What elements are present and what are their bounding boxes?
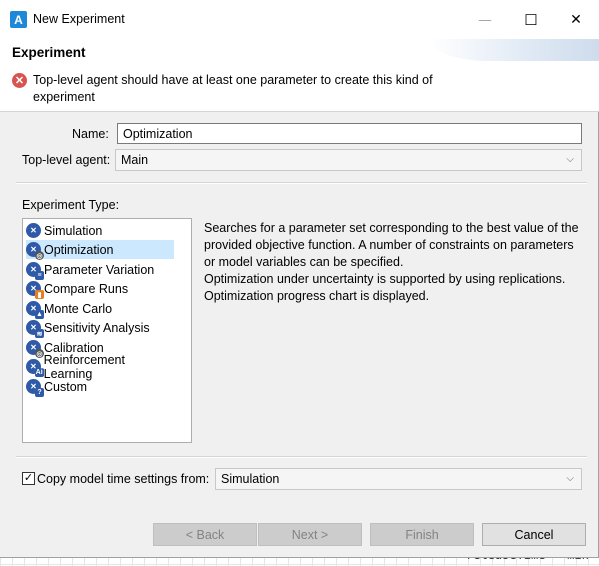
custom-icon: ✕?: [26, 379, 44, 397]
cancel-button[interactable]: Cancel: [482, 523, 586, 546]
separator: [16, 456, 587, 458]
maximize-icon: ☐: [524, 11, 538, 29]
list-item-label: Compare Runs: [44, 281, 129, 296]
close-icon: ✕: [570, 11, 582, 27]
finish-button[interactable]: Finish: [370, 523, 474, 546]
header-decoration: [429, 39, 599, 61]
experiment-type-list[interactable]: ✕ Simulation ✕ ◎ Optimization ✕ ≡ Paramete…: [22, 218, 192, 443]
top-level-agent-value: Main: [121, 153, 149, 167]
monte-carlo-icon: ✕ ▲: [26, 301, 44, 319]
list-item-monte-carlo[interactable]: ✕ ▲ Monte Carlo: [26, 299, 174, 319]
minimize-icon: —: [478, 12, 492, 27]
window-title: New Experiment: [33, 12, 125, 26]
back-button[interactable]: < Back: [153, 523, 257, 546]
close-button[interactable]: ✕: [553, 0, 599, 39]
list-item-reinforcement-learning[interactable]: ✕ Ai Reinforcement Learning: [26, 353, 174, 381]
list-item-label: Custom: [44, 379, 88, 394]
top-level-agent-label: Top-level agent:: [22, 153, 111, 167]
list-item-custom[interactable]: ✕? Custom: [26, 377, 174, 397]
top-level-agent-select[interactable]: Main ⌵: [115, 149, 582, 171]
separator: [16, 182, 587, 184]
list-item-sensitivity-analysis[interactable]: ✕ ≋ Sensitivity Analysis: [26, 318, 174, 338]
description-line: Optimization progress chart is displayed…: [204, 289, 430, 303]
description-line: Optimization under uncertainty is suppor…: [204, 272, 566, 286]
copy-settings-checkbox[interactable]: ✓: [22, 472, 35, 485]
experiment-description: Searches for a parameter set correspondi…: [204, 220, 584, 305]
list-item-simulation[interactable]: ✕ Simulation: [26, 221, 174, 240]
name-input[interactable]: Optimization: [117, 123, 582, 144]
wizard-header: Experiment ✕ Top-level agent should have…: [0, 39, 599, 112]
anylogic-icon: A: [10, 11, 27, 28]
experiment-type-label: Experiment Type:: [22, 198, 120, 212]
page-title: Experiment: [12, 45, 86, 60]
list-item-label: Monte Carlo: [44, 301, 113, 316]
error-icon: ✕: [12, 73, 27, 88]
copy-settings-label: Copy model time settings from:: [37, 472, 210, 486]
list-item-optimization[interactable]: ✕ ◎ Optimization: [26, 240, 174, 260]
copy-settings-source-select[interactable]: Simulation ⌵: [215, 468, 582, 490]
reinforcement-learning-icon: ✕ Ai: [26, 359, 44, 377]
sensitivity-analysis-icon: ✕ ≋: [26, 320, 44, 338]
optimization-icon: ✕ ◎: [26, 242, 44, 260]
list-item-label: Sensitivity Analysis: [44, 320, 150, 335]
simulation-icon: ✕: [26, 223, 41, 238]
error-message: Top-level agent should have at least one…: [33, 73, 433, 104]
list-item-label: Optimization: [44, 242, 114, 257]
list-item-parameter-variation[interactable]: ✕ ≡ Parameter Variation: [26, 260, 174, 280]
name-label: Name:: [72, 127, 109, 141]
new-experiment-dialog: A New Experiment — ☐ ✕ Experiment ✕ Top-…: [0, 0, 599, 558]
minimize-button[interactable]: —: [462, 0, 508, 39]
list-item-label: Parameter Variation: [44, 262, 155, 277]
calibration-icon: ✕ ◎: [26, 340, 44, 358]
name-input-value: Optimization: [123, 126, 193, 141]
parameter-variation-icon: ✕ ≡: [26, 262, 44, 280]
list-item-compare-runs[interactable]: ✕ ▮ Compare Runs: [26, 279, 174, 299]
chevron-down-icon: ⌵: [566, 154, 574, 165]
chevron-down-icon: ⌵: [566, 473, 574, 484]
next-button[interactable]: Next >: [258, 523, 362, 546]
copy-settings-source-value: Simulation: [221, 472, 280, 486]
description-line: Searches for a parameter set correspondi…: [204, 221, 579, 269]
compare-runs-icon: ✕ ▮: [26, 281, 44, 299]
maximize-button[interactable]: ☐: [508, 0, 554, 39]
list-item-label: Simulation: [44, 223, 103, 238]
title-bar: A New Experiment — ☐ ✕: [0, 0, 599, 39]
